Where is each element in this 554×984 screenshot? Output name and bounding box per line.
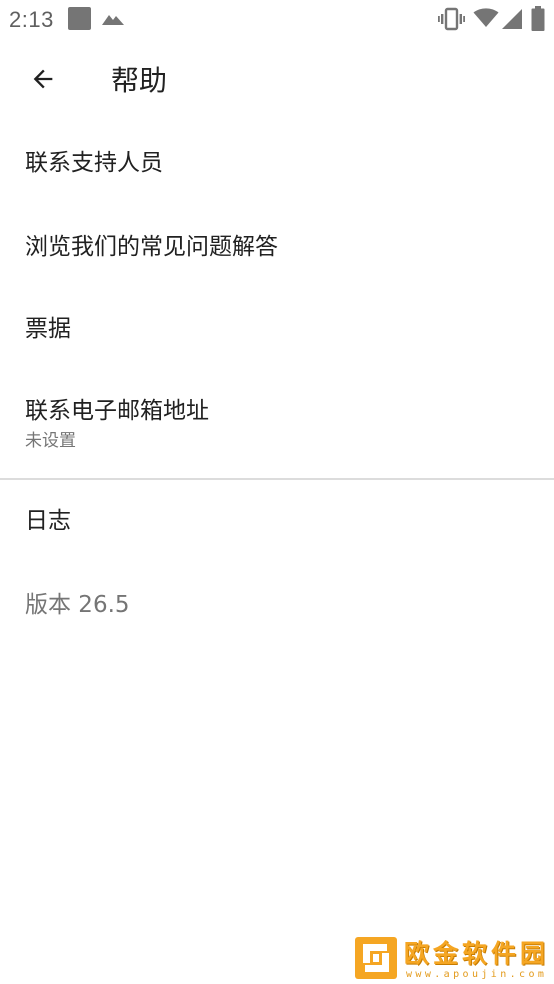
back-button[interactable] [20, 58, 66, 104]
logs-item[interactable]: 日志 [0, 480, 554, 564]
contact-support-item[interactable]: 联系支持人员 [0, 122, 554, 204]
watermark-url: www.apoujin.com [406, 969, 548, 980]
browse-faq-item[interactable]: 浏览我们的常见问题解答 [0, 204, 554, 288]
status-bar: 2:13 [0, 0, 554, 40]
cell-signal-icon [501, 8, 523, 34]
battery-icon [531, 6, 545, 36]
contact-support-label: 联系支持人员 [25, 150, 163, 176]
tickets-label: 票据 [25, 316, 71, 342]
contact-email-summary: 未设置 [25, 431, 76, 451]
contact-email-item[interactable]: 联系电子邮箱地址 未设置 [0, 370, 554, 478]
vibrate-icon [438, 7, 465, 35]
browse-faq-label: 浏览我们的常见问题解答 [25, 234, 278, 260]
arrow-back-icon [29, 65, 57, 97]
toolbar: 帮助 [0, 40, 554, 122]
notification-square-icon [68, 7, 91, 30]
logs-label: 日志 [25, 508, 71, 534]
contact-email-label: 联系电子邮箱地址 [25, 398, 209, 424]
tickets-item[interactable]: 票据 [0, 288, 554, 370]
photo-notification-icon [101, 9, 125, 31]
page-title: 帮助 [111, 64, 168, 97]
watermark-logo-icon [354, 936, 398, 984]
status-time: 2:13 [9, 7, 54, 32]
wifi-icon [473, 8, 499, 32]
watermark-text: 欧金软件园 [404, 939, 550, 968]
watermark: 欧金软件园 www.apoujin.com [354, 936, 550, 982]
version-item: 版本 26.5 [0, 564, 554, 646]
version-label: 版本 26.5 [25, 592, 130, 618]
